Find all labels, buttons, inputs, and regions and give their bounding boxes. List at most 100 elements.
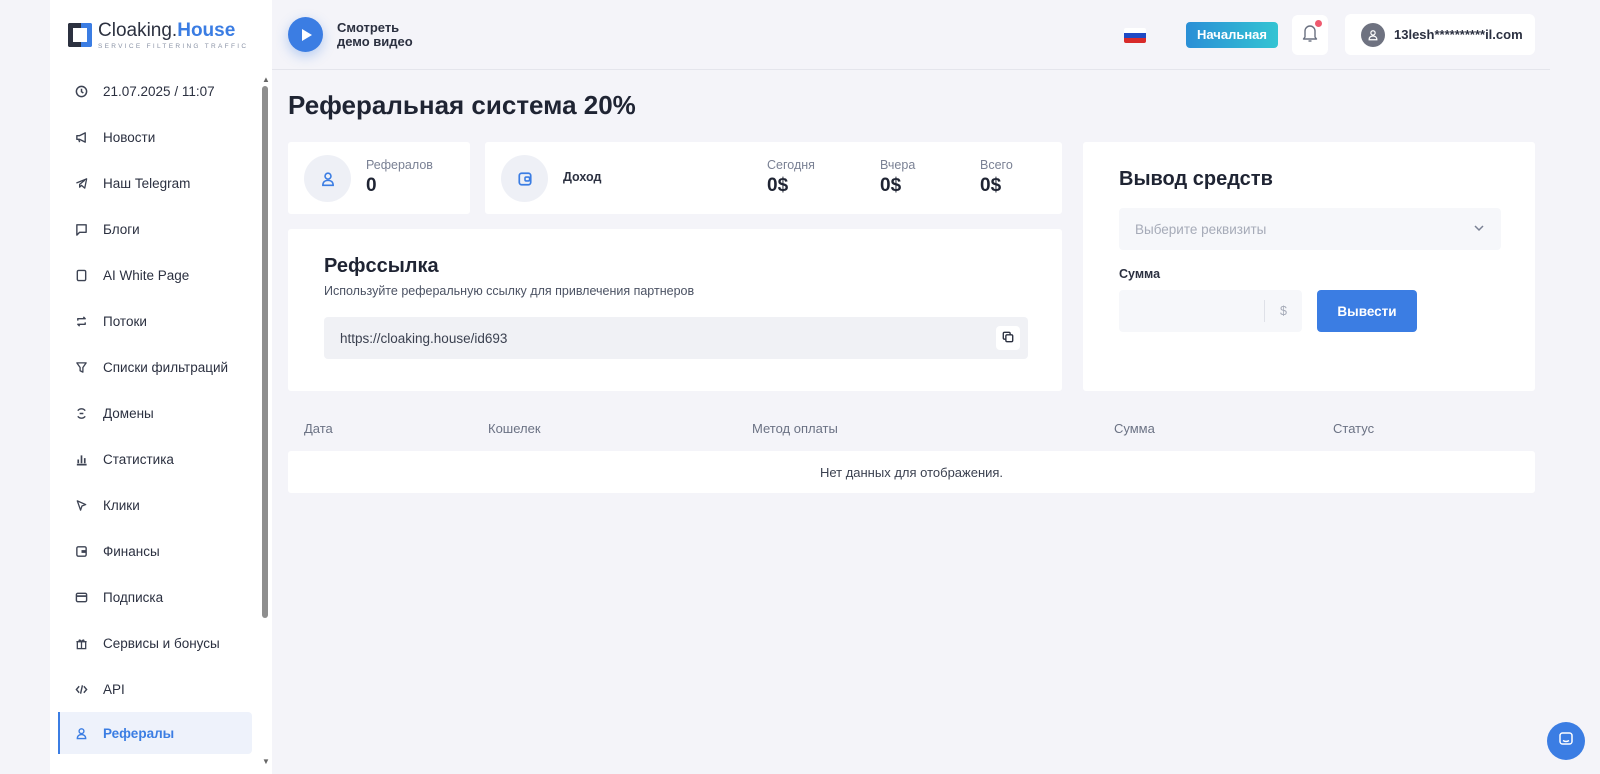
column-sum: Сумма xyxy=(1114,421,1155,436)
sum-input[interactable] xyxy=(1119,290,1261,332)
sidebar-item-subscription[interactable]: Подписка xyxy=(58,574,252,620)
sidebar-item-label: AI White Page xyxy=(103,267,190,283)
column-wallet: Кошелек xyxy=(488,421,541,436)
referrals-value: 0 xyxy=(366,175,377,196)
bar-chart-icon xyxy=(74,452,88,466)
income-yesterday: Вчера 0$ xyxy=(880,158,916,196)
sidebar-item-telegram[interactable]: Наш Telegram xyxy=(58,160,252,206)
user-email: 13lesh**********il.com xyxy=(1394,27,1523,42)
table-empty-message: Нет данных для отображения. xyxy=(288,451,1535,493)
sidebar-item-label: Блоги xyxy=(103,221,140,237)
chat-icon xyxy=(74,222,88,236)
withdraw-button[interactable]: Вывести xyxy=(1317,290,1417,332)
sidebar-item-statistics[interactable]: Статистика xyxy=(58,436,252,482)
scrollbar-thumb[interactable] xyxy=(262,86,268,618)
referrals-count-card: Рефералов 0 xyxy=(288,142,470,214)
sum-input-group: $ xyxy=(1119,290,1302,332)
demo-video-label: Смотреть демо видео xyxy=(337,19,413,49)
copy-button[interactable] xyxy=(996,326,1020,350)
sidebar-item-label: Подписка xyxy=(103,589,164,605)
scroll-down-arrow-icon[interactable]: ▼ xyxy=(262,758,270,766)
user-menu[interactable]: 13lesh**********il.com xyxy=(1345,14,1535,55)
sidebar-item-label: API xyxy=(103,681,125,697)
cursor-icon xyxy=(74,498,88,512)
megaphone-icon xyxy=(74,130,88,144)
sidebar-item-label: Статистика xyxy=(103,451,174,467)
sidebar-item-domains[interactable]: Домены xyxy=(58,390,252,436)
avatar-icon xyxy=(1361,22,1385,47)
referral-link-field[interactable]: https://cloaking.house/id693 xyxy=(324,317,1028,359)
sidebar-item-label: 21.07.2025 / 11:07 xyxy=(103,83,215,99)
notification-badge xyxy=(1315,20,1322,27)
column-status: Статус xyxy=(1333,421,1375,436)
gift-icon xyxy=(74,636,88,650)
sidebar-nav: 21.07.2025 / 11:07 Новости Наш Telegram … xyxy=(58,68,252,754)
wallet-icon xyxy=(501,155,548,202)
logo-subtitle: SERVICE FILTERING TRAFFIC xyxy=(98,42,249,50)
play-icon[interactable] xyxy=(288,17,323,52)
sidebar-item-filter-lists[interactable]: Списки фильтраций xyxy=(58,344,252,390)
referral-link-title: Рефссылка xyxy=(324,255,439,277)
wallet-icon xyxy=(74,544,88,558)
card-icon xyxy=(74,590,88,604)
column-date: Дата xyxy=(304,421,333,436)
scroll-up-arrow-icon[interactable]: ▲ xyxy=(262,76,270,84)
home-button[interactable]: Начальная xyxy=(1186,22,1278,48)
sidebar-item-finance[interactable]: Финансы xyxy=(58,528,252,574)
sidebar-item-label: Наш Telegram xyxy=(103,175,191,191)
sidebar-item-label: Рефералы xyxy=(103,725,175,741)
sidebar-item-label: Домены xyxy=(103,405,154,421)
sidebar-item-referrals[interactable]: Рефералы xyxy=(58,712,252,754)
referrals-label: Рефералов xyxy=(366,158,433,172)
sidebar-item-blogs[interactable]: Блоги xyxy=(58,206,252,252)
referral-link-url[interactable]: https://cloaking.house/id693 xyxy=(340,331,507,346)
sidebar-item-label: Списки фильтраций xyxy=(103,359,229,375)
referral-link-card: Рефссылка Используйте реферальную ссылку… xyxy=(288,229,1062,391)
income-card: Доход Сегодня 0$ Вчера 0$ Всего 0$ xyxy=(485,142,1062,214)
filter-icon xyxy=(74,360,88,374)
income-total: Всего 0$ xyxy=(980,158,1013,196)
chat-icon xyxy=(1558,731,1574,752)
copy-icon xyxy=(1002,331,1014,346)
notifications-button[interactable] xyxy=(1292,15,1328,55)
withdraw-card: Вывод средств Выберите реквизиты Сумма $… xyxy=(1083,142,1535,391)
clock-icon xyxy=(74,84,88,98)
page-title: Реферальная система 20% xyxy=(288,90,636,120)
sidebar-item-clicks[interactable]: Клики xyxy=(58,482,252,528)
logo[interactable]: Cloaking.House SERVICE FILTERING TRAFFIC xyxy=(68,20,248,50)
logo-title: Cloaking.House xyxy=(98,19,236,41)
referral-link-subtitle: Используйте реферальную ссылку для привл… xyxy=(324,284,695,298)
page-icon xyxy=(74,268,88,282)
repeat-icon xyxy=(74,314,88,328)
sum-label: Сумма xyxy=(1119,267,1161,281)
chat-support-button[interactable] xyxy=(1547,722,1585,760)
sidebar-item-flows[interactable]: Потоки xyxy=(58,298,252,344)
income-label: Доход xyxy=(563,170,602,184)
logo-mark-icon xyxy=(68,20,92,50)
column-payment-method: Метод оплаты xyxy=(752,421,838,436)
user-icon xyxy=(304,155,351,202)
top-header: Смотреть демо видео Начальная 13lesh****… xyxy=(272,0,1550,70)
code-icon xyxy=(74,682,88,696)
sidebar-item-ai-white-page[interactable]: AI White Page xyxy=(58,252,252,298)
user-icon xyxy=(74,726,88,740)
sidebar-scrollbar[interactable]: ▲ ▼ xyxy=(262,76,270,766)
sidebar: Cloaking.House SERVICE FILTERING TRAFFIC… xyxy=(50,0,272,774)
domain-icon xyxy=(74,406,88,420)
sidebar-item-api[interactable]: API xyxy=(58,666,252,712)
sidebar-item-label: Потоки xyxy=(103,313,147,329)
sidebar-item-label: Новости xyxy=(103,129,156,145)
sidebar-item-news[interactable]: Новости xyxy=(58,114,252,160)
income-today: Сегодня 0$ xyxy=(767,158,815,196)
currency-label: $ xyxy=(1264,300,1302,322)
russian-flag-icon[interactable] xyxy=(1124,28,1146,43)
sidebar-item-datetime: 21.07.2025 / 11:07 xyxy=(58,68,252,114)
sidebar-item-label: Сервисы и бонусы xyxy=(103,635,220,651)
demo-video-link[interactable]: Смотреть демо видео xyxy=(288,17,413,52)
withdraw-title: Вывод средств xyxy=(1119,168,1273,190)
payment-details-select[interactable]: Выберите реквизиты xyxy=(1119,208,1501,250)
telegram-icon xyxy=(74,176,88,190)
sidebar-item-services-bonuses[interactable]: Сервисы и бонусы xyxy=(58,620,252,666)
sidebar-item-label: Клики xyxy=(103,497,140,513)
table-header: Дата Кошелек Метод оплаты Сумма Статус xyxy=(288,412,1535,440)
